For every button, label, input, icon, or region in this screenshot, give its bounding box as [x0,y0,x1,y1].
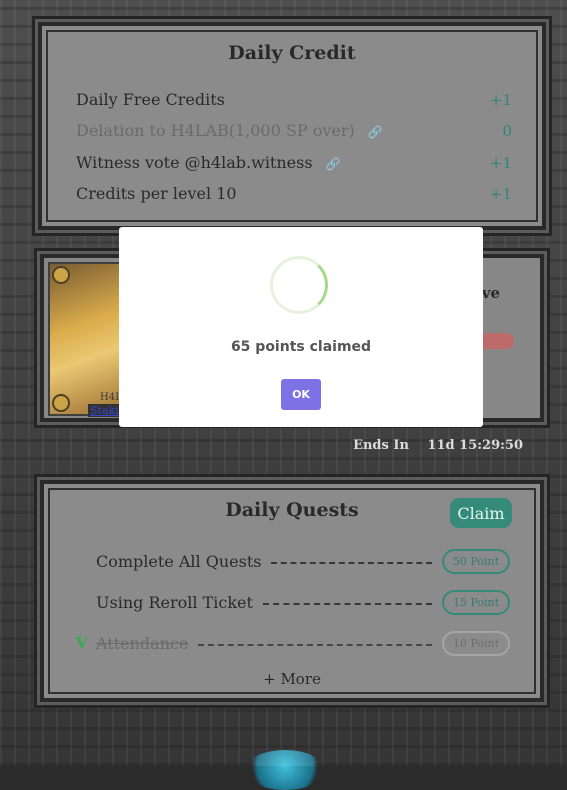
ok-button[interactable]: OK [281,379,321,410]
dialog-message: 65 points claimed [230,339,372,355]
loading-spinner-icon [270,256,328,314]
claim-success-dialog: 65 points claimed OK [119,227,483,427]
